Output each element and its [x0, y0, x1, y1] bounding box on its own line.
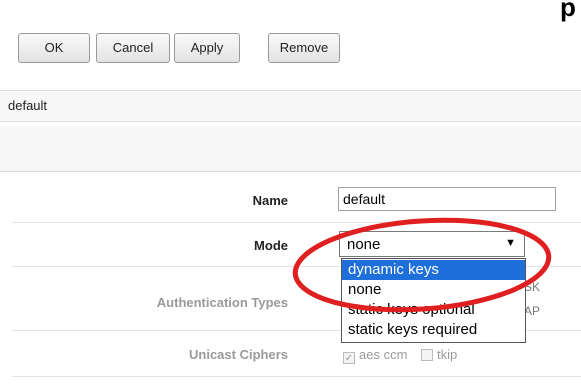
annotation-ellipse	[292, 217, 552, 313]
